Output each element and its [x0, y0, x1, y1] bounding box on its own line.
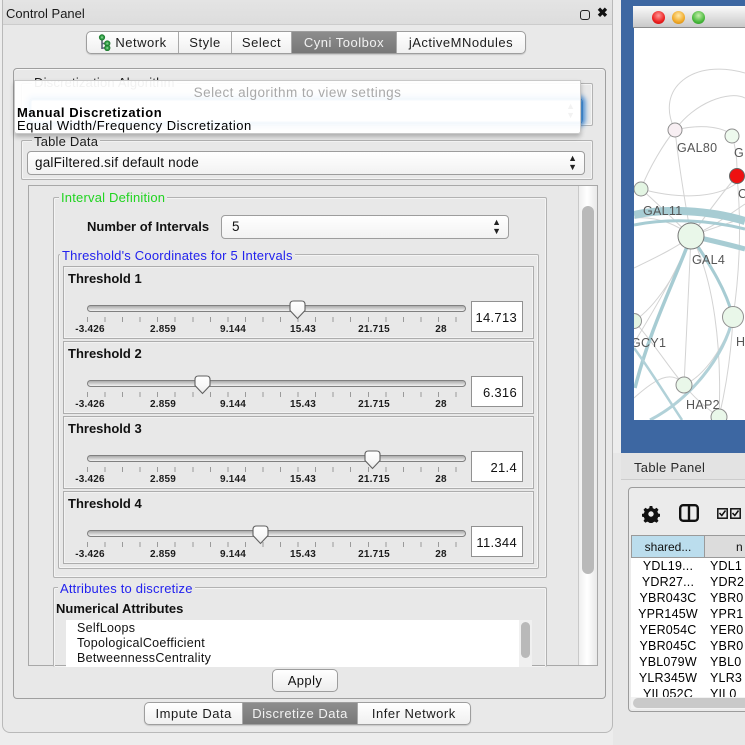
svg-text:GAL4: GAL4 [692, 253, 725, 267]
svg-text:GAL11: GAL11 [643, 204, 683, 218]
svg-text:HAP2: HAP2 [686, 398, 720, 412]
svg-text:GAL80: GAL80 [677, 141, 717, 155]
svg-text:C: C [738, 187, 745, 201]
svg-text:G.: G. [734, 146, 745, 160]
svg-text:GCY1: GCY1 [634, 336, 666, 350]
svg-text:H: H [736, 335, 745, 349]
